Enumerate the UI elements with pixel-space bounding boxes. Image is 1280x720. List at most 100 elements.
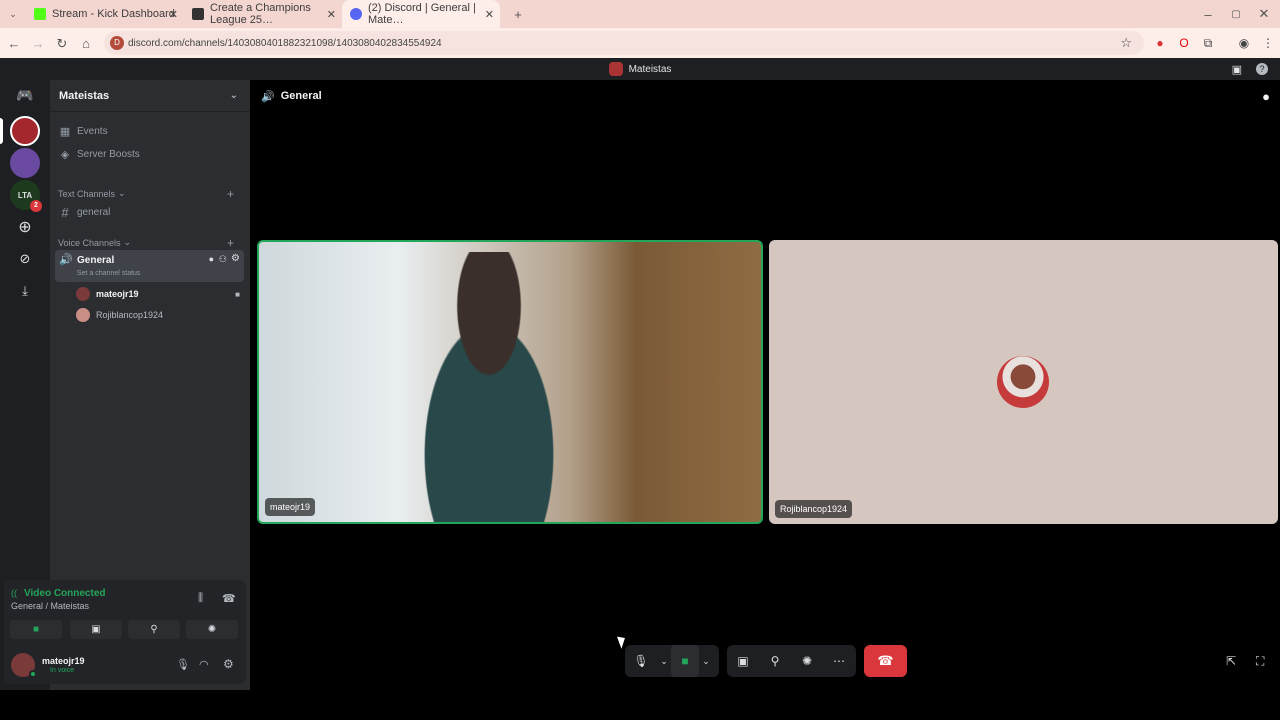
discord-home-icon[interactable]: 🎮 xyxy=(10,80,40,110)
profile-avatar-icon[interactable]: ◉ xyxy=(1236,35,1252,51)
voice-stage: 🔊 General ● mateojr19 Rojiblancop1924 🎙 … xyxy=(250,80,1280,690)
settings-gear-icon[interactable]: ⚙ xyxy=(231,253,240,264)
channel-header: 🔊 General ● xyxy=(250,80,1280,112)
server-lta-icon[interactable]: LTA 2 xyxy=(10,180,42,212)
voice-channel-general[interactable]: 🔊 General Set a channel status ● ⚇ ⚙ xyxy=(55,250,244,282)
avatar xyxy=(76,287,90,301)
member-name: Rojiblancop1924 xyxy=(96,310,164,320)
voice-status-text[interactable]: Set a channel status xyxy=(77,270,140,277)
camera-button[interactable]: ■ xyxy=(671,645,699,677)
extensions-puzzle-icon[interactable]: ⧉ xyxy=(1200,35,1216,51)
close-tab-icon[interactable]: ✕ xyxy=(327,8,336,21)
boosts-label: Server Boosts xyxy=(77,148,140,160)
extension-red-icon[interactable]: ● xyxy=(1152,35,1168,51)
events-item[interactable]: ▦ Events xyxy=(58,121,242,141)
server-two-icon[interactable] xyxy=(10,148,40,178)
mute-button[interactable]: 🎙 xyxy=(625,645,657,677)
popout-icon[interactable]: ⇱ xyxy=(1226,654,1236,668)
video-tile-rojiblanco[interactable]: Rojiblancop1924 xyxy=(769,240,1278,524)
browser-tab-discord[interactable]: (2) Discord | General | Mate… ✕ xyxy=(342,0,500,28)
bottom-letterbox xyxy=(0,690,1280,720)
server-boosts-item[interactable]: ◈ Server Boosts xyxy=(58,144,242,164)
screenshare-button[interactable]: ▣ xyxy=(727,645,759,677)
disconnect-icon[interactable]: ☎ xyxy=(222,592,236,605)
tab-title: Stream - Kick Dashboard xyxy=(52,8,175,20)
soundboard-button[interactable]: ✺ xyxy=(791,645,823,677)
calendar-icon: ▦ xyxy=(59,125,71,138)
hangup-icon: ☎ xyxy=(877,653,894,668)
mic-options-chevron-icon[interactable]: ⌄ xyxy=(657,645,671,677)
server-icon xyxy=(608,62,623,76)
tab-search-icon[interactable]: ⌄ xyxy=(0,9,26,20)
address-bar-row: ← → ↻ ⌂ D discord.com/channels/140308040… xyxy=(0,28,1280,58)
panel-activity-button[interactable]: ⚲ xyxy=(128,620,180,639)
voice-member-rojiblanco[interactable]: Rojiblancop1924 xyxy=(76,305,236,325)
add-text-channel-icon[interactable]: + xyxy=(227,187,234,201)
server-lta-badge: 2 xyxy=(30,200,42,212)
server-mateistas-icon[interactable] xyxy=(10,116,40,146)
doc-favicon-icon xyxy=(192,8,204,20)
download-apps-icon[interactable]: ⤓ xyxy=(10,276,40,306)
noise-suppression-icon[interactable]: ⫼ xyxy=(198,592,203,605)
server-name: Mateistas xyxy=(59,89,110,102)
tab-title: (2) Discord | General | Mate… xyxy=(368,2,476,26)
back-icon[interactable]: ← xyxy=(2,36,26,51)
channel-general-text[interactable]: # general xyxy=(58,202,242,222)
discover-compass-icon[interactable]: ⊘ xyxy=(10,244,40,274)
help-icon[interactable]: ? xyxy=(1256,63,1268,75)
voice-member-mateojr19[interactable]: mateojr19 ■ xyxy=(76,284,240,304)
window-close-icon[interactable]: ✕ xyxy=(1252,6,1276,22)
chevron-down-icon: ⌄ xyxy=(229,90,238,101)
server-lta-label: LTA xyxy=(17,190,33,200)
chat-toggle-icon[interactable]: ● xyxy=(1262,89,1270,104)
headphones-icon[interactable]: ◠ xyxy=(199,658,209,671)
self-username[interactable]: mateojr19 xyxy=(42,656,85,666)
panel-camera-button[interactable]: ■ xyxy=(10,620,62,639)
connection-location[interactable]: General / Mateistas xyxy=(11,601,89,611)
panel-screenshare-button[interactable]: ▣ xyxy=(70,620,122,639)
bookmark-star-icon[interactable]: ☆ xyxy=(1120,35,1132,51)
tile-label: Rojiblancop1924 xyxy=(775,500,853,518)
avatar xyxy=(76,308,90,322)
site-info-icon[interactable]: D xyxy=(110,36,124,50)
new-tab-icon[interactable]: + xyxy=(506,7,530,22)
member-name: mateojr19 xyxy=(96,289,139,299)
url-field[interactable]: D discord.com/channels/14030804018823210… xyxy=(104,31,1144,55)
close-tab-icon[interactable]: ✕ xyxy=(169,8,178,21)
connection-status[interactable]: Video Connected xyxy=(24,588,106,599)
fullscreen-icon[interactable]: ⛶ xyxy=(1256,654,1264,669)
reload-icon[interactable]: ↻ xyxy=(50,36,74,52)
close-tab-icon[interactable]: ✕ xyxy=(485,8,494,21)
forward-icon[interactable]: → xyxy=(26,36,50,51)
hash-icon: # xyxy=(61,204,69,220)
camera-options-chevron-icon[interactable]: ⌄ xyxy=(699,645,713,677)
voice-category-label: Voice Channels xyxy=(58,237,121,248)
text-channel-name: general xyxy=(77,206,111,218)
maximize-icon[interactable]: ▢ xyxy=(1224,9,1248,20)
browser-tab-champions[interactable]: Create a Champions League 25… ✕ xyxy=(184,0,342,28)
text-channels-category[interactable]: Text Channels ⌄ + xyxy=(58,187,242,201)
chevron-down-icon: ⌄ xyxy=(118,188,126,198)
server-header[interactable]: Mateistas ⌄ xyxy=(50,80,250,112)
invite-icon[interactable]: ⚇ xyxy=(219,254,227,265)
user-settings-icon[interactable]: ⚙ xyxy=(223,657,234,671)
minimize-icon[interactable]: – xyxy=(1196,7,1220,22)
more-options-icon[interactable]: ⋯ xyxy=(823,645,855,677)
inbox-icon[interactable]: ▣ xyxy=(1232,63,1242,76)
browser-tab-kick[interactable]: Stream - Kick Dashboard ✕ xyxy=(26,0,184,28)
speaker-icon: 🔊 xyxy=(59,254,73,266)
home-icon[interactable]: ⌂ xyxy=(74,36,98,51)
chat-bubble-icon[interactable]: ● xyxy=(209,254,214,264)
video-tile-mateojr19[interactable]: mateojr19 xyxy=(257,240,763,524)
leave-call-button[interactable]: ☎ xyxy=(864,645,907,677)
activity-button[interactable]: ⚲ xyxy=(759,645,791,677)
panel-soundboard-button[interactable]: ✺ xyxy=(186,620,238,639)
microphone-icon[interactable]: 🎙 xyxy=(176,658,190,671)
voice-channels-category[interactable]: Voice Channels ⌄ + xyxy=(58,236,242,250)
add-voice-channel-icon[interactable]: + xyxy=(227,236,234,250)
add-server-icon[interactable]: ⊕ xyxy=(10,212,40,242)
opera-icon[interactable]: O xyxy=(1176,35,1192,51)
voice-channel-name: General xyxy=(77,255,115,266)
browser-menu-icon[interactable]: ⋮ xyxy=(1260,35,1276,51)
events-label: Events xyxy=(77,125,108,137)
